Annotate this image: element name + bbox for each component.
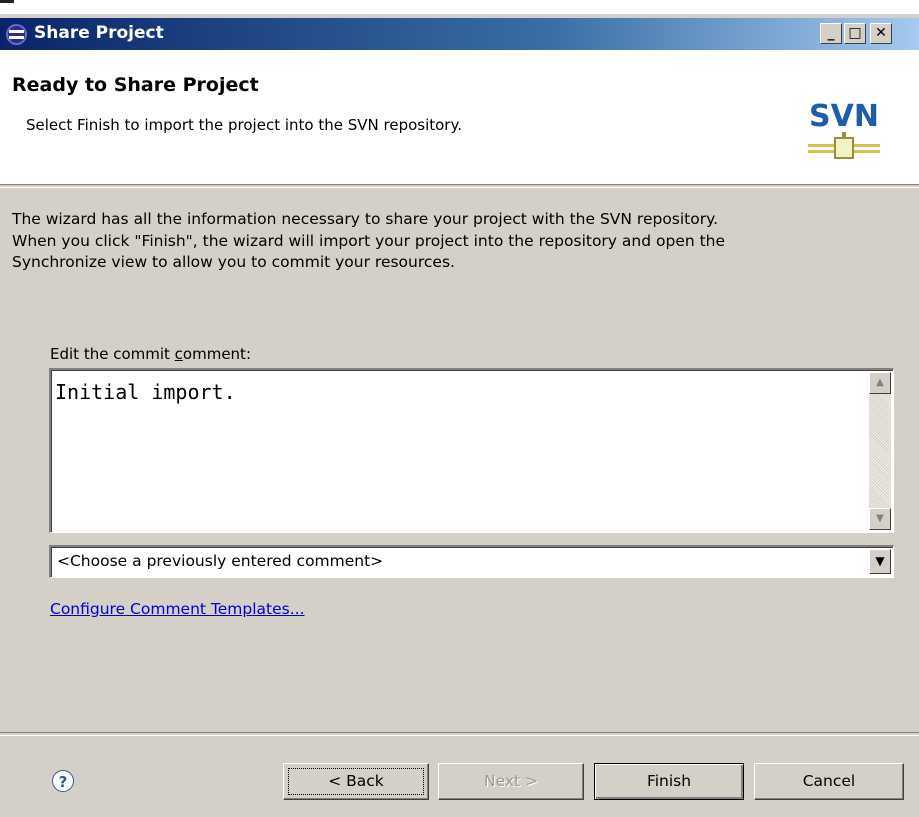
svn-logo-text: SVN [809,99,879,134]
title-bar[interactable]: Share Project _ □ ✕ [0,18,919,50]
intro-text: The wizard has all the information neces… [12,210,726,271]
maximize-button[interactable]: □ [844,23,866,44]
finish-button[interactable]: Finish [594,763,744,800]
back-button-label: < Back [328,772,384,790]
eclipse-icon [6,24,27,45]
chevron-down-icon[interactable]: ▼ [869,549,891,574]
comment-label-prefix: Edit the commit [50,345,175,363]
page-title: Ready to Share Project [12,74,259,96]
svn-logo-icon: SVN [804,92,884,159]
previous-comment-value: <Choose a previously entered comment> [57,552,384,570]
banner-separator [0,184,919,188]
scroll-down-icon[interactable]: ▼ [869,508,891,530]
cancel-button[interactable]: Cancel [754,763,904,800]
comment-scrollbar[interactable]: ▲ ▼ [869,372,891,530]
comment-label-mnemonic: c [174,345,183,363]
next-button-label: Next > [483,772,539,790]
window-title: Share Project [34,23,164,43]
commit-comment-box: ▲ ▼ [49,368,894,533]
comment-label-suffix: omment: [182,345,251,363]
close-button[interactable]: ✕ [870,23,892,44]
commit-comment-label: Edit the commit comment: [50,345,251,363]
share-project-dialog: Share Project _ □ ✕ Ready to Share Proje… [0,0,919,817]
scroll-up-icon[interactable]: ▲ [869,372,891,394]
configure-comment-templates-link[interactable]: Configure Comment Templates... [50,600,305,618]
commit-comment-input[interactable] [55,380,855,520]
page-description: Select Finish to import the project into… [26,116,462,134]
minimize-button[interactable]: _ [820,23,842,44]
previous-comment-combo[interactable]: <Choose a previously entered comment> ▼ [49,545,894,578]
back-button[interactable]: < Back [283,763,429,800]
wizard-banner: Ready to Share Project Select Finish to … [0,50,919,184]
finish-button-label: Finish [646,772,692,790]
cancel-button-label: Cancel [802,772,856,790]
next-button[interactable]: Next > [438,763,584,800]
footer-separator [0,732,919,736]
help-icon[interactable]: ? [52,770,74,792]
